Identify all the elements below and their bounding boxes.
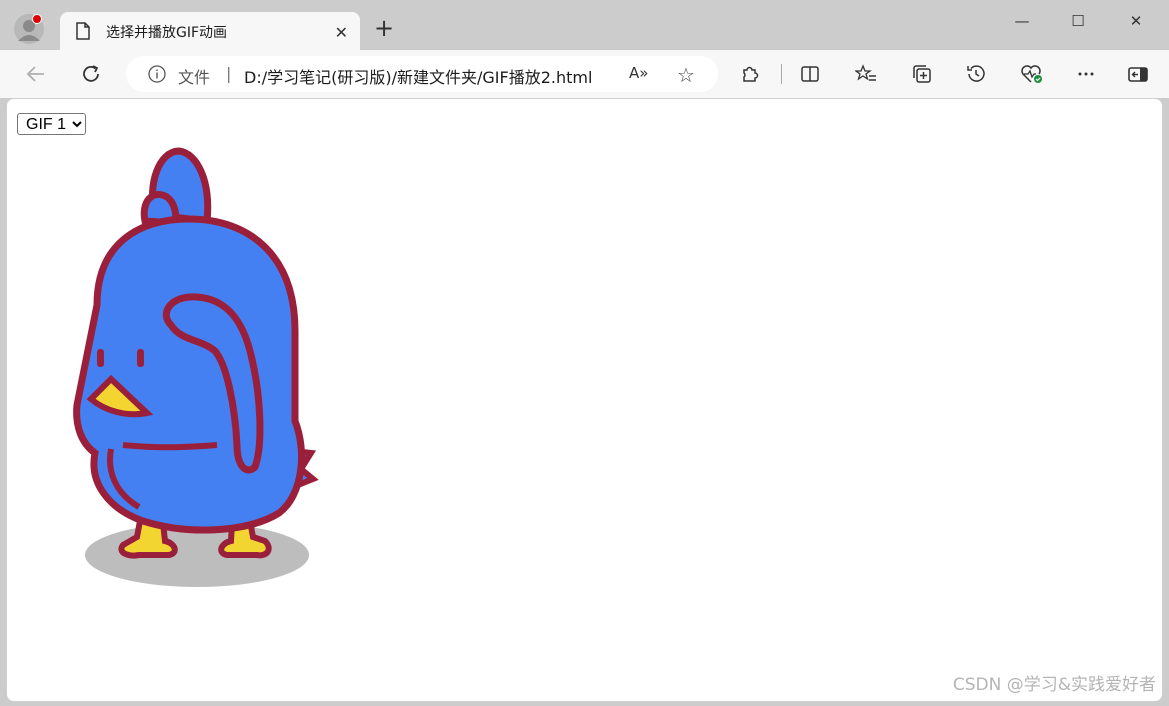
- read-aloud-icon[interactable]: A»: [629, 64, 648, 82]
- tab-close-icon[interactable]: ✕: [335, 23, 348, 42]
- back-icon[interactable]: [22, 60, 50, 88]
- page-icon: [75, 22, 91, 44]
- browser-tab[interactable]: 选择并播放GIF动画 ✕: [60, 12, 360, 50]
- profile-avatar[interactable]: [14, 14, 44, 44]
- split-screen-icon[interactable]: [796, 60, 824, 88]
- title-bar: 选择并播放GIF动画 ✕ + — ☐ ✕: [0, 0, 1169, 50]
- info-icon[interactable]: [148, 65, 166, 87]
- tab-title: 选择并播放GIF动画: [106, 25, 228, 41]
- address-bar[interactable]: 文件 | D:/学习笔记(研习版)/新建文件夹/GIF播放2.html A» ☆: [126, 56, 718, 92]
- new-tab-button[interactable]: +: [374, 16, 394, 40]
- more-icon[interactable]: [1072, 60, 1100, 88]
- file-label: 文件: [178, 68, 211, 87]
- csdn-watermark: CSDN @学习&实践爱好者: [952, 675, 1156, 695]
- animated-bird-gif: [73, 147, 319, 587]
- minimize-button[interactable]: —: [996, 8, 1048, 34]
- refresh-icon[interactable]: [77, 60, 105, 88]
- address-separator: |: [226, 64, 232, 83]
- extensions-icon[interactable]: [736, 60, 764, 88]
- collections-icon[interactable]: [908, 60, 936, 88]
- gif-select[interactable]: GIF 1: [17, 113, 86, 135]
- page-content: GIF 1 CSDN @学习&实践爱好者: [6, 98, 1163, 702]
- toolbar-divider: [781, 64, 782, 84]
- history-icon[interactable]: [962, 60, 990, 88]
- maximize-button[interactable]: ☐: [1052, 8, 1104, 34]
- favorite-star-icon[interactable]: ☆: [677, 63, 695, 87]
- browser-essentials-icon[interactable]: [1018, 60, 1046, 88]
- navigation-toolbar: 文件 | D:/学习笔记(研习版)/新建文件夹/GIF播放2.html A» ☆: [0, 50, 1169, 98]
- notification-dot: [32, 14, 42, 24]
- url-text[interactable]: D:/学习笔记(研习版)/新建文件夹/GIF播放2.html: [244, 64, 592, 88]
- favorites-icon[interactable]: [852, 60, 880, 88]
- sidebar-icon[interactable]: [1124, 60, 1152, 88]
- close-window-button[interactable]: ✕: [1110, 8, 1162, 34]
